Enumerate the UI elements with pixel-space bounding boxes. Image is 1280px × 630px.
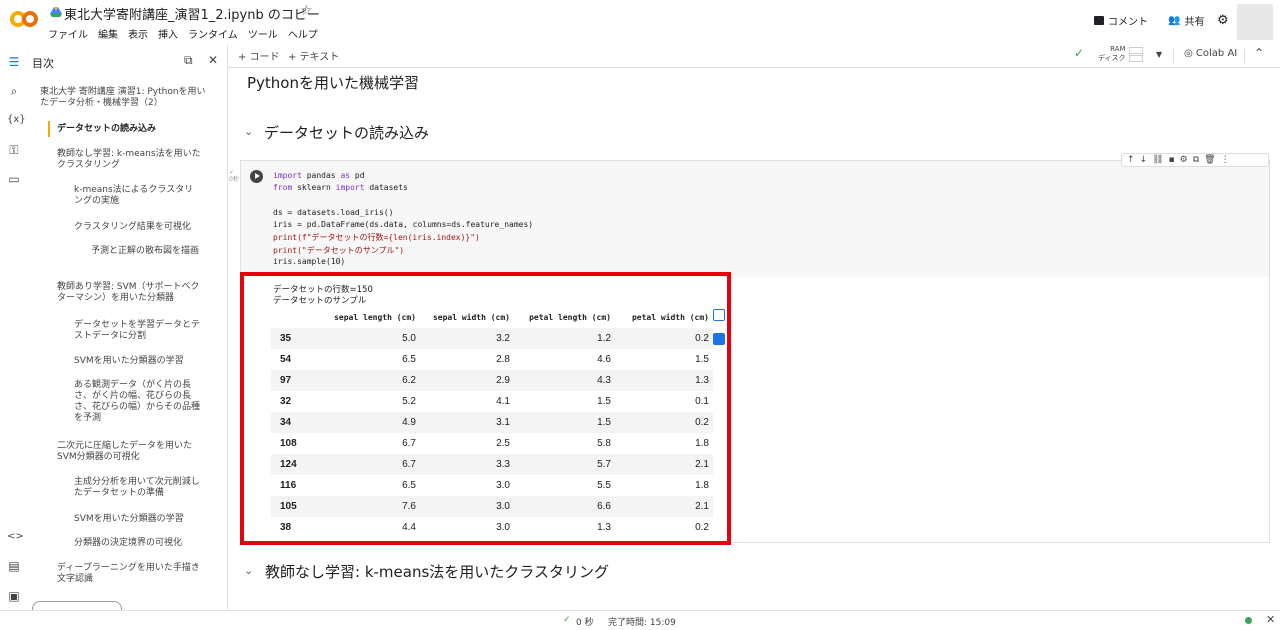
toc-item[interactable]: 予測と正解の散布図を描画 [91,246,201,257]
toc-item[interactable]: 二次元に圧縮したデータを用いたSVM分類器の可視化 [57,441,205,463]
window-icon[interactable]: ⧉ [184,53,193,68]
move-up-icon[interactable]: ↑ [1127,155,1135,165]
search-icon[interactable]: ⌕ [7,84,21,98]
command-palette-icon[interactable]: ▤ [7,559,21,573]
menu-edit[interactable]: 編集 [98,26,118,41]
toc-heading: 目次 [32,57,54,70]
toc-item[interactable]: 主成分分析を用いて次元削減したデータセットの準備 [74,477,202,499]
link-icon[interactable]: ⛓ [1152,155,1163,165]
add-section-button[interactable] [32,601,122,610]
code-line: iris.sample(10) [273,257,346,266]
active-indicator [48,121,50,137]
share-button[interactable]: 👥 共有 [1168,13,1204,28]
toc-item[interactable]: SVMを用いた分類器の学習 [74,514,204,525]
key-icon[interactable]: ⚿ [7,143,21,157]
gear-icon[interactable]: ⚙ [1180,155,1188,165]
toc-item-active[interactable]: データセットの読み込み [57,124,217,135]
code-line: print(f"データセットの行数={len(iris.index)}") [273,233,480,242]
star-icon[interactable]: ☆ [300,3,313,19]
ram-label: RAM [1110,45,1126,53]
colab-logo[interactable] [10,9,38,29]
add-text-button[interactable]: + テキスト [288,48,339,63]
status-check-icon: ✓ [563,615,571,625]
menu-help[interactable]: ヘルプ [288,26,318,41]
section-heading: データセットの読み込み [264,124,430,142]
code-line: import pandas as pd [273,171,365,180]
collapse-arrow-icon[interactable]: ⌄ [244,125,253,138]
exec-status: ✓ 0秒 [229,169,239,183]
mirror-icon[interactable]: ⧉ [1193,155,1199,165]
people-icon: 👥 [1168,15,1181,26]
toc-item[interactable]: SVMを用いた分類器の学習 [74,356,204,367]
avatar[interactable] [1237,4,1273,40]
toc-item[interactable]: ある観測データ（がく片の長さ、がく片の幅、花びらの長さ、花びらの幅）からその品種… [74,380,200,424]
section-heading: 教師なし学習: k-means法を用いたクラスタリング [265,563,609,581]
menu-bar: ファイル 編集 表示 挿入 ランタイム ツール ヘルプ [48,26,318,41]
comment-label: コメント [1108,17,1148,28]
toc-sidebar: 目次 ⧉ ✕ 東北大学 寄附講座 演習1: Pythonを用いたデータ分析・機械… [28,44,228,610]
connection-dot-icon [1245,617,1252,624]
top-bar: 東北大学寄附講座_演習1_2.ipynb のコピー ☆ ファイル 編集 表示 挿… [0,0,1280,44]
menu-runtime[interactable]: ランタイム [188,26,238,41]
menu-insert[interactable]: 挿入 [158,26,178,41]
notebook-title[interactable]: 東北大学寄附講座_演習1_2.ipynb のコピー [64,4,320,23]
cell-toolbar: ↑ ↓ ⛓ ▪ ⚙ ⧉ 🗑 ⋮ [1121,153,1269,167]
toc-icon[interactable]: ☰ [7,55,21,69]
toc-item[interactable]: 教師あり学習: SVM（サポートベクターマシン）を用いた分類器 [57,282,205,304]
variables-icon[interactable]: {x} [7,113,26,127]
run-button[interactable] [250,170,263,183]
code-editor[interactable]: ✓ 0秒 import pandas as pd from sklearn imp… [229,153,1269,277]
move-down-icon[interactable]: ↓ [1140,155,1148,165]
close-icon[interactable]: ✕ [208,53,218,67]
resource-bars[interactable] [1129,47,1143,63]
notebook-heading: Pythonを用いた機械学習 [247,74,419,92]
more-icon[interactable]: ⋮ [1221,155,1230,165]
comment-icon [1094,16,1104,25]
toc-item[interactable]: 分類器の決定境界の可視化 [74,538,204,549]
comment-icon[interactable]: ▪ [1169,155,1175,165]
resource-labels[interactable]: RAM ディスク [1098,45,1126,63]
exec-time: 0秒 [229,176,239,183]
code-snippets-icon[interactable]: <> [7,530,24,544]
terminal-icon[interactable]: ▣ [7,589,21,603]
disk-label: ディスク [1098,54,1126,62]
toc-item[interactable]: ディープラーニングを用いた手描き文字認識 [57,563,205,585]
comment-button[interactable]: コメント [1094,13,1148,28]
status-bar: ✓ 0 秒 完了時間: 15:09 ✕ [0,610,1280,630]
toc-item[interactable]: データセットを学習データとテストデータに分割 [74,320,200,342]
settings-icon[interactable]: ⚙ [1217,13,1229,28]
code-line: print("データセットのサンプル") [273,246,405,255]
highlight-box [240,272,731,545]
menu-tools[interactable]: ツール [248,26,278,41]
code-line: iris = pd.DataFrame(ds.data, columns=ds.… [273,220,534,229]
toc-item[interactable]: クラスタリング結果を可視化 [74,222,204,233]
add-code-button[interactable]: + コード [238,48,280,63]
notebook-toolbar: + コード + テキスト ✓ RAM ディスク ▼ ◎ Colab AI ⌃ [228,44,1280,68]
menu-view[interactable]: 表示 [128,26,148,41]
toc-item[interactable]: 東北大学 寄附講座 演習1: Pythonを用いたデータ分析・機械学習（2） [40,87,210,109]
colab-ai-label: Colab AI [1195,48,1238,59]
menu-file[interactable]: ファイル [48,26,88,41]
chevron-down-icon[interactable]: ▼ [1156,50,1162,59]
toc-item[interactable]: 教師なし学習: k-means法を用いたクラスタリング [57,149,207,171]
delete-icon[interactable]: 🗑 [1204,155,1215,165]
toc-item[interactable]: k-means法によるクラスタリングの実施 [74,185,199,207]
chevron-up-icon[interactable]: ⌃ [1254,46,1264,60]
icon-rail: ☰ ⌕ {x} ⚿ ▭ <> ▤ ▣ [0,44,28,610]
status-elapsed: 0 秒 [576,618,594,628]
folder-icon[interactable]: ▭ [7,172,21,186]
collapse-arrow-icon[interactable]: ⌄ [244,564,253,577]
share-label: 共有 [1184,17,1205,28]
close-icon[interactable]: ✕ [1266,613,1275,626]
connected-check-icon: ✓ [1074,46,1085,60]
colab-ai-button[interactable]: ◎ Colab AI [1184,48,1237,59]
status-completed: 完了時間: 15:09 [608,618,676,628]
code-line: ds = datasets.load_iris() [273,208,394,217]
drive-icon[interactable] [50,6,62,18]
code-line: from sklearn import datasets [273,183,408,192]
